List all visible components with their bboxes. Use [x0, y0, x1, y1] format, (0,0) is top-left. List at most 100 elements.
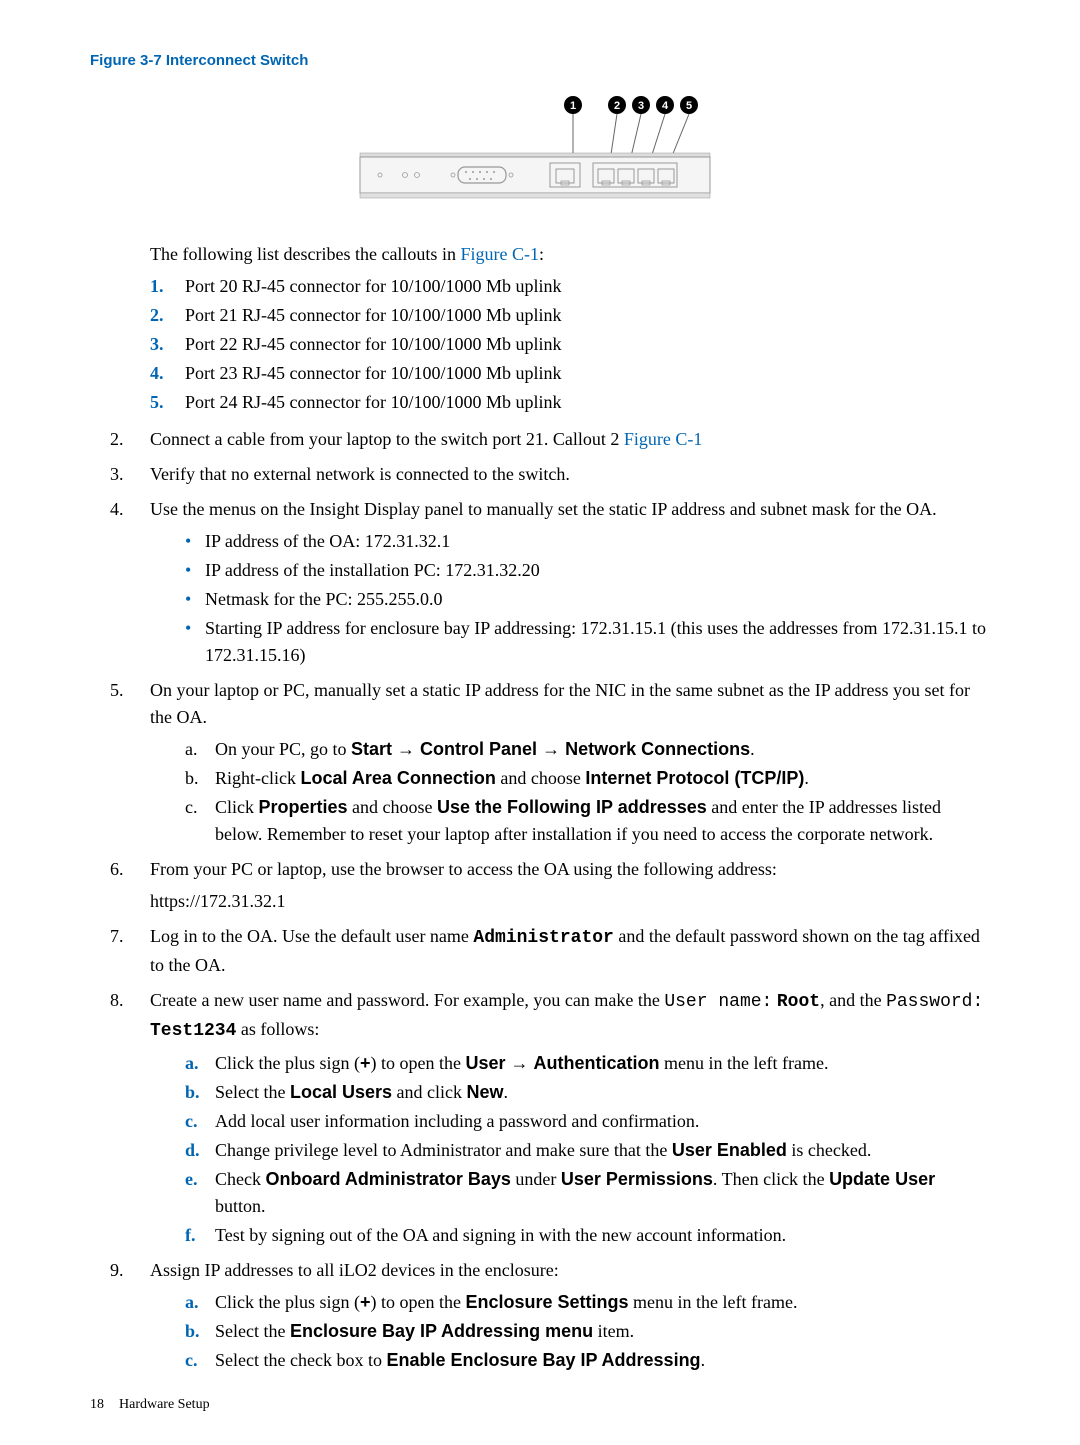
step8b-b1: Local Users	[290, 1082, 392, 1102]
step9b-post: item.	[593, 1321, 634, 1341]
step8d-post: is checked.	[787, 1140, 871, 1160]
step7-pre: Log in to the OA. Use the default user n…	[150, 926, 473, 946]
main-steps: 2. Connect a cable from your laptop to t…	[90, 426, 990, 1374]
step8-pre: Create a new user name and password. For…	[150, 990, 664, 1010]
step5a-post: .	[750, 739, 755, 759]
arrow-icon: →	[392, 739, 420, 759]
step9c-post: .	[701, 1350, 706, 1370]
svg-text:1: 1	[570, 100, 576, 112]
step8-post: as follows:	[236, 1019, 319, 1039]
step5c-b1: Properties	[259, 797, 348, 817]
step8b-mid: and click	[392, 1082, 466, 1102]
step5c-b2: Use the Following IP addresses	[437, 797, 707, 817]
arrow-icon: →	[506, 1053, 534, 1073]
step5b-pre: Right-click	[215, 768, 300, 788]
step-3: 3.Verify that no external network is con…	[90, 461, 990, 488]
step-7: 7. Log in to the OA. Use the default use…	[90, 923, 990, 979]
step5c-mid: and choose	[348, 797, 437, 817]
step5c-pre: Click	[215, 797, 259, 817]
step-5: 5. On your laptop or PC, manually set a …	[90, 677, 990, 848]
step5a-b1: Start	[351, 739, 392, 759]
step-2: 2. Connect a cable from your laptop to t…	[90, 426, 990, 453]
step4-bullet-1: IP address of the installation PC: 172.3…	[185, 557, 990, 584]
callouts-list: Port 20 RJ-45 connector for 10/100/1000 …	[90, 273, 990, 416]
step8-a: a. Click the plus sign (+) to open the U…	[185, 1050, 990, 1077]
step8a-post: menu in the left frame.	[660, 1053, 829, 1073]
step8e-pre: Check	[215, 1169, 265, 1189]
step8-bold2: Test1234	[150, 1021, 236, 1041]
step-8: 8. Create a new user name and password. …	[90, 987, 990, 1249]
step-9: 9. Assign IP addresses to all iLO2 devic…	[90, 1257, 990, 1374]
callout-2: Port 21 RJ-45 connector for 10/100/1000 …	[150, 302, 990, 329]
step4-bullets: IP address of the OA: 172.31.32.1 IP add…	[150, 528, 990, 669]
step8a-mid: ) to open the	[371, 1053, 466, 1073]
step3-text: Verify that no external network is conne…	[150, 464, 570, 484]
step8e-b1: Onboard Administrator Bays	[265, 1169, 510, 1189]
step4-text: Use the menus on the Insight Display pan…	[150, 499, 937, 519]
step8a-pre: Click the plus sign (	[215, 1053, 360, 1073]
step5a-pre: On your PC, go to	[215, 739, 351, 759]
callout-3: Port 22 RJ-45 connector for 10/100/1000 …	[150, 331, 990, 358]
step9-c: c. Select the check box to Enable Enclos…	[185, 1347, 990, 1374]
callout-5: Port 24 RJ-45 connector for 10/100/1000 …	[150, 389, 990, 416]
step5-substeps: a. On your PC, go to Start → Control Pan…	[150, 736, 990, 848]
step8c-text: Add local user information including a p…	[215, 1111, 699, 1131]
step7-mono: Administrator	[473, 928, 613, 948]
step2-text: Connect a cable from your laptop to the …	[150, 429, 624, 449]
svg-text:5: 5	[686, 100, 692, 112]
step9a-bold: Enclosure Settings	[466, 1292, 629, 1312]
step9b-bold: Enclosure Bay IP Addressing menu	[290, 1321, 593, 1341]
svg-text:4: 4	[662, 100, 669, 112]
step8-mid1: , and the	[820, 990, 886, 1010]
plus-icon: +	[360, 1053, 371, 1073]
page-footer: 18Hardware Setup	[90, 1394, 990, 1415]
step8-mono1: User name:	[664, 992, 772, 1012]
step4-bullet-3: Starting IP address for enclosure bay IP…	[185, 615, 990, 669]
step9-substeps: a. Click the plus sign (+) to open the E…	[150, 1289, 990, 1374]
step5-b: b. Right-click Local Area Connection and…	[185, 765, 990, 792]
step8d-pre: Change privilege level to Administrator …	[215, 1140, 672, 1160]
step8-f: f.Test by signing out of the OA and sign…	[185, 1222, 990, 1249]
step6-line1: From your PC or laptop, use the browser …	[150, 856, 990, 883]
step8f-text: Test by signing out of the OA and signin…	[215, 1225, 786, 1245]
step4-bullet-2: Netmask for the PC: 255.255.0.0	[185, 586, 990, 613]
page-number: 18	[90, 1397, 104, 1412]
step5a-b2: Control Panel	[420, 739, 537, 759]
step6-line2: https://172.31.32.1	[150, 888, 990, 915]
figure-title: Figure 3-7 Interconnect Switch	[90, 50, 990, 73]
step9-b: b. Select the Enclosure Bay IP Addressin…	[185, 1318, 990, 1345]
step8e-m2: . Then click the	[713, 1169, 829, 1189]
step2-link: Figure C-1	[624, 429, 703, 449]
step8-d: d. Change privilege level to Administrat…	[185, 1137, 990, 1164]
step8d-bold: User Enabled	[672, 1140, 787, 1160]
step9a-mid: ) to open the	[371, 1292, 466, 1312]
interconnect-switch-svg: 1 2 3 4 5	[355, 93, 725, 203]
step5a-b3: Network Connections	[565, 739, 750, 759]
step8-mono2: Password:	[886, 992, 983, 1012]
step8-bold1: Root	[777, 992, 820, 1012]
step9-text: Assign IP addresses to all iLO2 devices …	[150, 1260, 559, 1280]
step8e-m1: under	[511, 1169, 561, 1189]
step9c-pre: Select the check box to	[215, 1350, 386, 1370]
step-4: 4. Use the menus on the Insight Display …	[90, 496, 990, 669]
step8-c: c.Add local user information including a…	[185, 1108, 990, 1135]
step5b-post: .	[804, 768, 809, 788]
step5-text: On your laptop or PC, manually set a sta…	[150, 680, 970, 727]
callout-4: Port 23 RJ-45 connector for 10/100/1000 …	[150, 360, 990, 387]
step8-b: b. Select the Local Users and click New.	[185, 1079, 990, 1106]
step8b-pre: Select the	[215, 1082, 290, 1102]
step-6: 6. From your PC or laptop, use the brows…	[90, 856, 990, 915]
step9b-pre: Select the	[215, 1321, 290, 1341]
svg-text:3: 3	[638, 100, 644, 112]
callouts-intro: The following list describes the callout…	[150, 241, 990, 268]
arrow-icon: →	[537, 739, 565, 759]
step5b-b1: Local Area Connection	[300, 768, 495, 788]
step9-a: a. Click the plus sign (+) to open the E…	[185, 1289, 990, 1316]
step8e-post: button.	[215, 1196, 266, 1216]
step8-substeps: a. Click the plus sign (+) to open the U…	[150, 1050, 990, 1249]
step4-bullet-0: IP address of the OA: 172.31.32.1	[185, 528, 990, 555]
step8e-b3: Update User	[829, 1169, 935, 1189]
step9a-pre: Click the plus sign (	[215, 1292, 360, 1312]
step5b-mid: and choose	[496, 768, 585, 788]
step5b-b2: Internet Protocol (TCP/IP)	[585, 768, 804, 788]
